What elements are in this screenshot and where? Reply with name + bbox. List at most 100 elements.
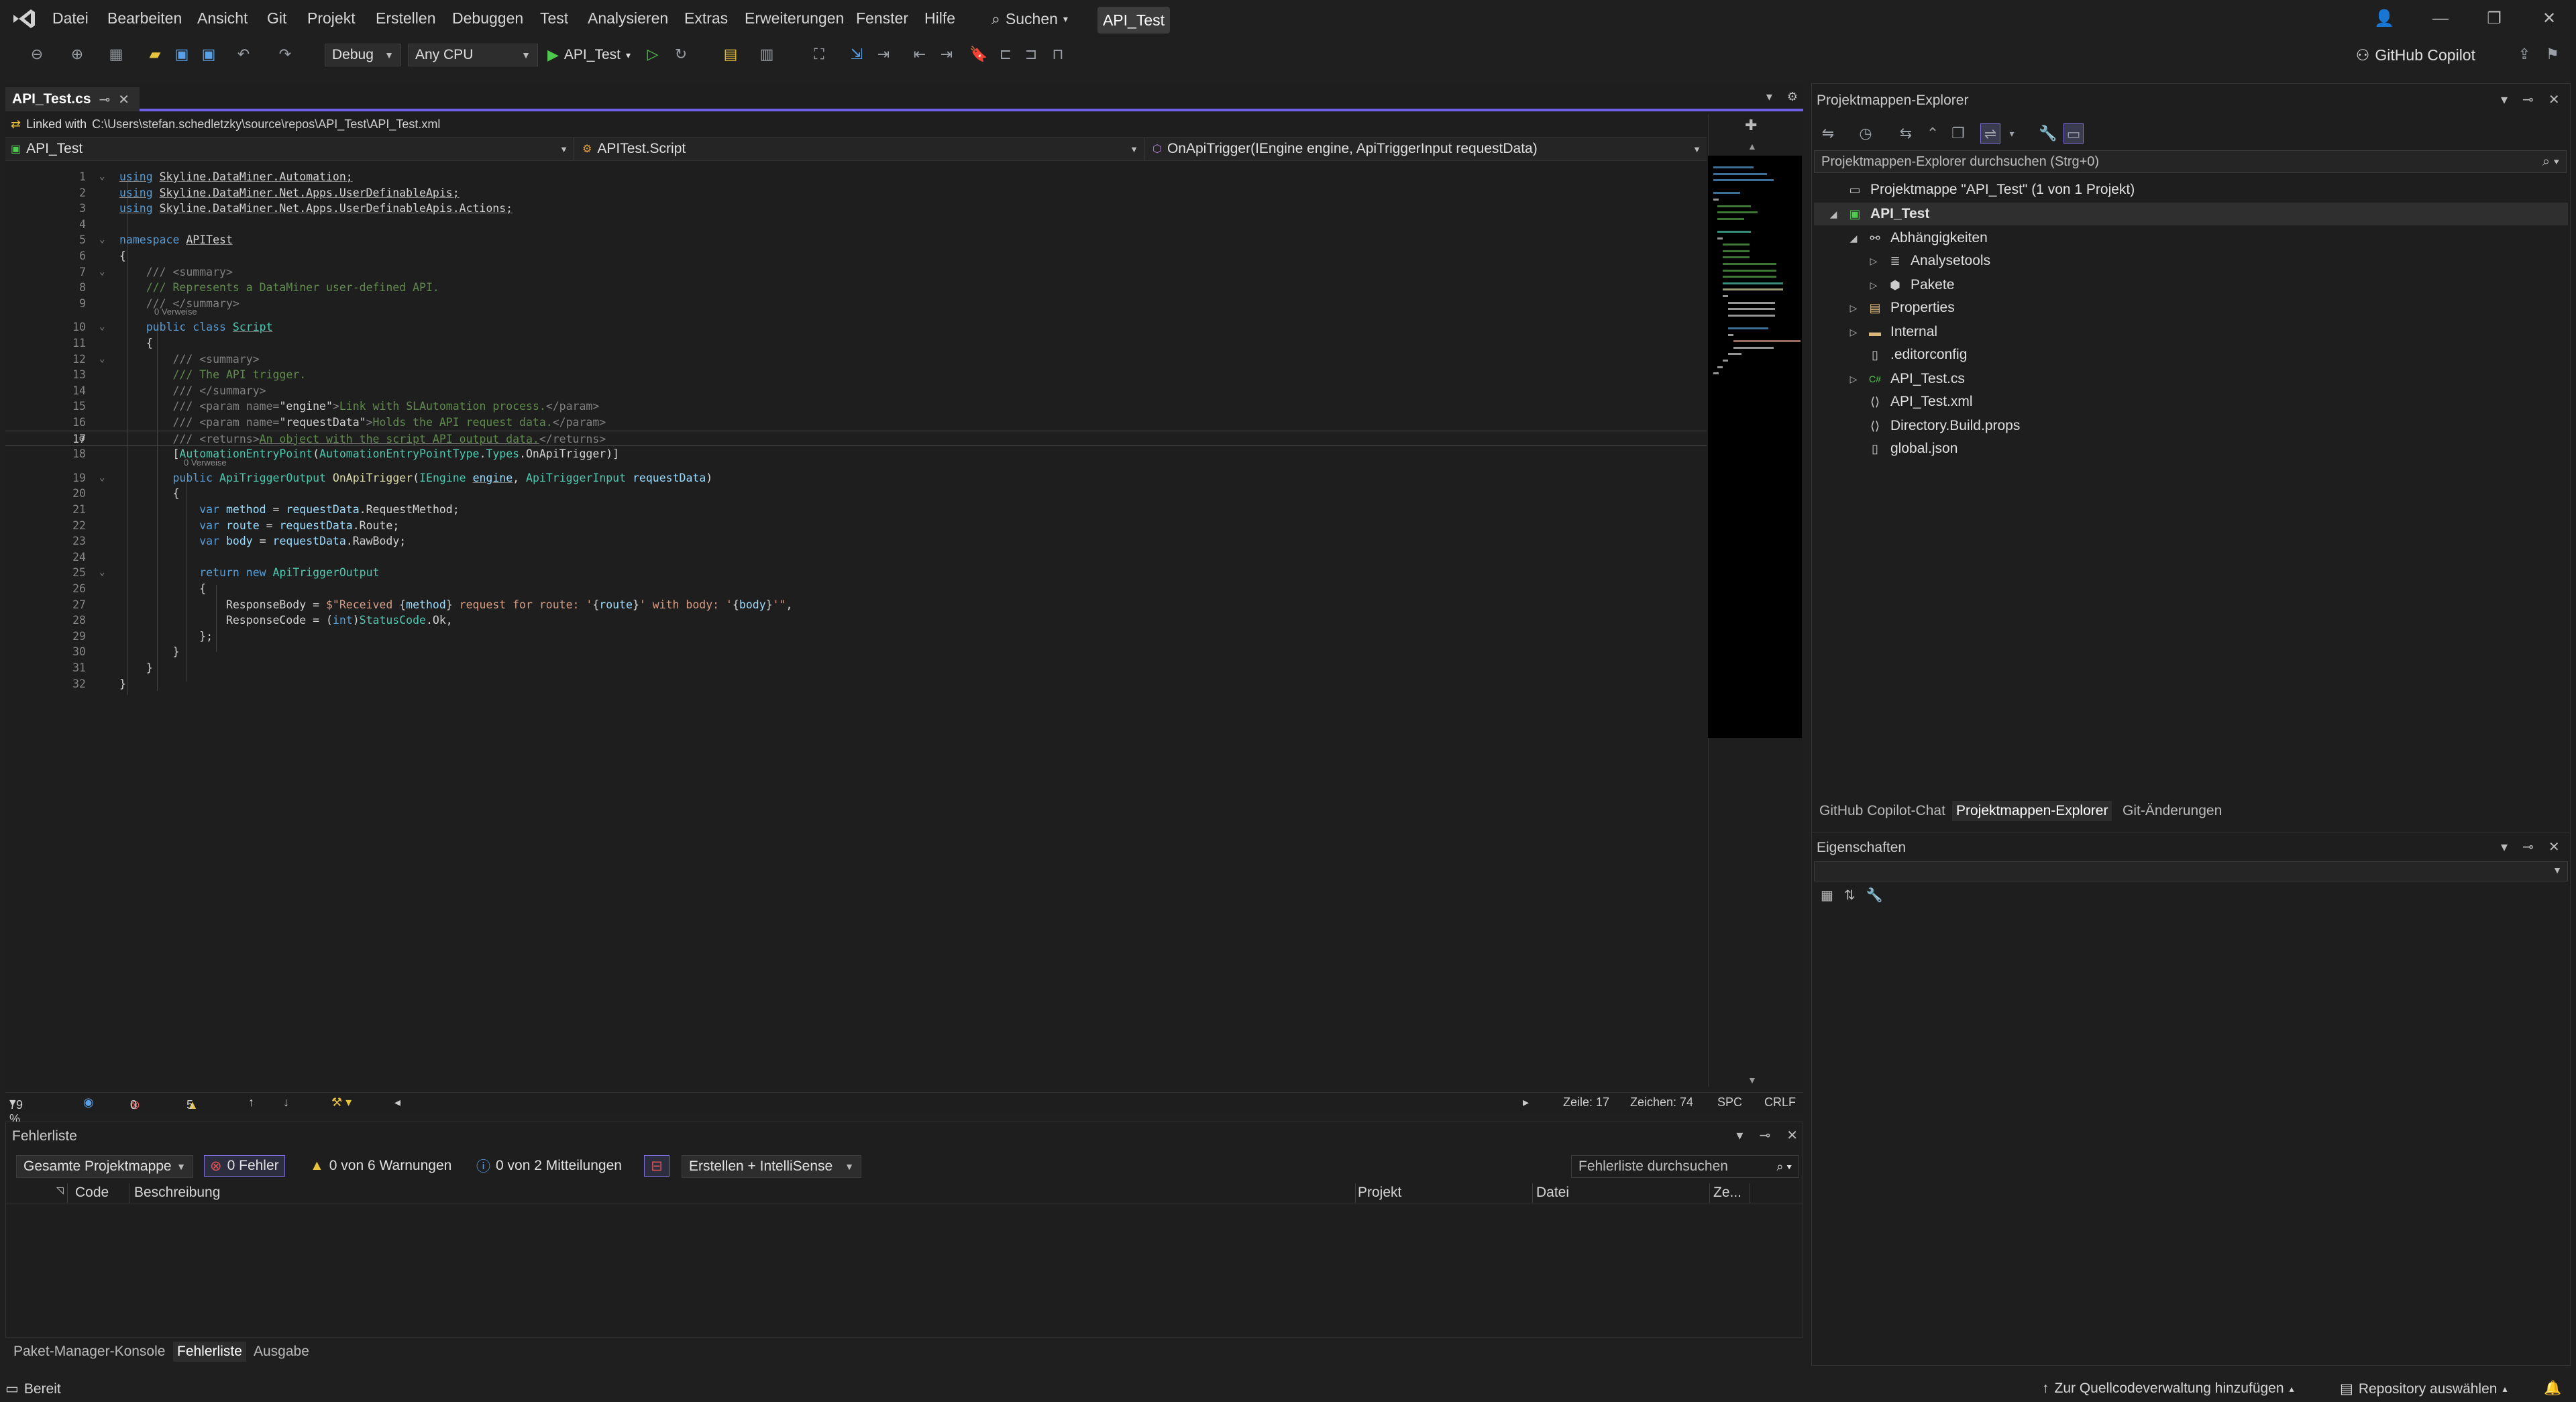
settings-gear-icon[interactable]: ⚙ <box>1787 90 1798 104</box>
menu-item-erweiterungen[interactable]: Erweiterungen <box>745 9 844 28</box>
close-window-button[interactable]: ✕ <box>2536 7 2563 31</box>
errors-filter-button[interactable]: ⊗ 0 Fehler <box>204 1155 285 1177</box>
account-icon[interactable]: 👤 <box>2371 7 2398 31</box>
code-line[interactable]: 26 { <box>5 581 1707 597</box>
solution-explorer-search-input[interactable]: Projektmappen-Explorer durchsuchen (Strg… <box>1814 150 2567 173</box>
code-line[interactable]: 7 ⌄ /// <summary> <box>5 264 1707 280</box>
scroll-up-arrow-icon[interactable]: ▲ <box>1748 141 1757 152</box>
tree-item[interactable]: ▷ ⬢ Pakete <box>1868 274 1955 296</box>
fold-toggle-icon[interactable]: ⌄ <box>99 319 105 335</box>
step-over-icon[interactable]: ⇥ <box>873 44 894 64</box>
column-header-file[interactable]: Datei <box>1536 1185 1569 1201</box>
code-line[interactable]: 16 /// <param name="requestData">Holds t… <box>5 415 1707 431</box>
quick-action-lightbulb-icon[interactable]: ⚙ <box>79 431 85 447</box>
close-tab-icon[interactable]: ✕ <box>118 91 129 108</box>
github-copilot-button[interactable]: ⚇ GitHub Copilot <box>2356 44 2475 66</box>
pin-icon[interactable]: ⊸ <box>99 91 111 108</box>
select-repository-button[interactable]: ▤ Repository auswählen ▴ <box>2340 1381 2508 1397</box>
menu-item-erstellen[interactable]: Erstellen <box>376 9 435 28</box>
tree-item[interactable]: ⟨⟩ Directory.Build.props <box>1847 415 2020 437</box>
show-all-files-icon[interactable]: ❐ <box>1948 123 1968 144</box>
tree-item[interactable]: ◢ ⚯ Abhängigkeiten <box>1847 227 1988 250</box>
scroll-left-icon[interactable]: ◂ <box>394 1095 400 1110</box>
outdent-icon[interactable]: ⇤ <box>910 44 930 64</box>
share-icon[interactable]: ⇪ <box>2514 44 2534 64</box>
tab-package-manager-console[interactable]: Paket-Manager-Konsole <box>9 1342 169 1362</box>
undo-icon[interactable]: ↶ <box>233 44 254 64</box>
layout-icon[interactable]: ▥ <box>757 44 777 64</box>
code-line[interactable]: 20 { <box>5 486 1707 502</box>
hot-reload-icon[interactable]: ↻ <box>671 44 691 64</box>
window-menu-icon[interactable]: ▾ <box>1736 1127 1743 1144</box>
diagnostics-icon[interactable]: ⛶ <box>809 44 829 64</box>
document-tab-api-test-cs[interactable]: API_Test.cs ⊸ ✕ <box>5 87 140 111</box>
close-panel-icon[interactable]: ✕ <box>2548 839 2560 855</box>
code-line[interactable]: 8 /// Represents a DataMiner user-define… <box>5 280 1707 296</box>
minimap-viewport[interactable] <box>1708 156 1802 738</box>
switch-views-icon[interactable]: ⇌ <box>1980 123 2000 144</box>
indent-icon[interactable]: ⇥ <box>936 44 957 64</box>
code-line[interactable]: 6{ <box>5 248 1707 264</box>
reference-count-codelens[interactable]: 0 Verweise <box>5 457 1707 468</box>
tree-item[interactable]: ▯ .editorconfig <box>1847 343 1967 366</box>
code-line[interactable]: 1 ⌄ using Skyline.DataMiner.Automation; <box>5 169 1707 185</box>
code-line[interactable]: 22 var route = requestData.Route; <box>5 518 1707 534</box>
build-filter-toggle[interactable]: ⊟ <box>644 1155 669 1177</box>
solution-explorer-toggle-icon[interactable]: ▤ <box>720 44 741 64</box>
pin-icon[interactable]: ⊸ <box>2522 839 2534 855</box>
tab-github-copilot-chat[interactable]: GitHub Copilot-Chat <box>1815 801 1949 821</box>
error-list-search-input[interactable]: Fehlerliste durchsuchen ⌕ ▾ <box>1571 1155 1799 1178</box>
expand-arrow-icon[interactable]: ▷ <box>1847 303 1860 314</box>
tree-item[interactable]: ▯ global.json <box>1847 437 1957 460</box>
class-nav-dropdown[interactable]: ⚙ APITest.Script ▼ <box>577 138 1144 160</box>
code-editor[interactable]: 1 ⌄ using Skyline.DataMiner.Automation; 2 us… <box>5 162 1707 1088</box>
pin-icon[interactable]: ⊸ <box>2522 91 2534 108</box>
pin-icon[interactable]: ⊸ <box>1759 1127 1770 1144</box>
fold-toggle-icon[interactable]: ⌄ <box>99 565 105 581</box>
project-nav-dropdown[interactable]: ▣ API_Test ▼ <box>5 138 574 160</box>
code-cleanup-icon[interactable]: ◉ <box>83 1095 94 1110</box>
expanded-arrow-icon[interactable]: ◢ <box>1847 233 1860 244</box>
code-line[interactable]: 12 ⌄ /// <summary> <box>5 352 1707 368</box>
fold-toggle-icon[interactable]: ⌄ <box>99 232 105 248</box>
step-into-icon[interactable]: ⇲ <box>847 44 867 64</box>
add-to-source-control-button[interactable]: ↑ Zur Quellcodeverwaltung hinzufügen ▴ <box>2042 1381 2294 1397</box>
save-icon[interactable]: ▣ <box>172 44 192 64</box>
close-panel-icon[interactable]: ✕ <box>2548 91 2560 108</box>
menu-item-hilfe[interactable]: Hilfe <box>924 9 955 28</box>
warnings-filter-button[interactable]: ▲ 0 von 6 Warnungen <box>305 1155 457 1177</box>
properties-object-dropdown[interactable]: ▼ <box>1814 861 2568 881</box>
code-line[interactable]: 30 } <box>5 644 1707 660</box>
code-line[interactable]: 19 ⌄ public ApiTriggerOutput OnApiTrigger… <box>5 470 1707 486</box>
minimize-button[interactable]: — <box>2427 7 2454 31</box>
member-nav-dropdown[interactable]: ⬡ OnApiTrigger(IEngine engine, ApiTrigger… <box>1147 138 1707 160</box>
code-line[interactable]: 27 ResponseBody = $"Received {method} re… <box>5 597 1707 613</box>
menu-item-fenster[interactable]: Fenster <box>856 9 908 28</box>
expand-arrow-icon[interactable]: ▷ <box>1847 374 1860 385</box>
tree-item[interactable]: ⟨⟩ API_Test.xml <box>1847 390 1973 413</box>
column-header-code[interactable]: Code <box>75 1185 109 1201</box>
history-icon[interactable]: ◷ ▾ <box>1856 123 1876 162</box>
whitespace-indicator[interactable]: SPC <box>1717 1095 1742 1110</box>
search-menu-button[interactable]: ⌕ Suchen ▾ <box>991 7 1068 31</box>
menu-item-test[interactable]: Test <box>540 9 568 28</box>
menu-item-bearbeiten[interactable]: Bearbeiten <box>107 9 182 28</box>
code-line[interactable]: 17 ⚙ /// <returns>An object with the scri… <box>5 430 1707 447</box>
scroll-right-icon[interactable]: ▸ <box>1523 1095 1529 1110</box>
code-line[interactable]: 32} <box>5 676 1707 692</box>
quick-actions-icon[interactable]: ⚒ ▾ <box>331 1095 352 1110</box>
tree-item[interactable]: ▷ ≣ Analysetools <box>1868 250 1990 272</box>
line-indicator[interactable]: Zeile: 17 <box>1563 1095 1609 1110</box>
tab-output[interactable]: Ausgabe <box>250 1342 313 1362</box>
tree-item[interactable]: ▷ C# API_Test.cs <box>1847 368 1965 390</box>
tab-list-dropdown-icon[interactable]: ▾ <box>1766 90 1772 104</box>
linked-path-link[interactable]: C:\Users\stefan.schedletzky\source\repos… <box>92 117 440 131</box>
configuration-dropdown[interactable]: Debug ▼ <box>325 44 401 66</box>
menu-item-ansicht[interactable]: Ansicht <box>197 9 248 28</box>
expand-arrow-icon[interactable]: ▷ <box>1868 256 1880 267</box>
code-line[interactable]: 3 using Skyline.DataMiner.Net.Apps.UserDe… <box>5 201 1707 217</box>
tab-git-changes[interactable]: Git-Änderungen <box>2118 801 2226 821</box>
pending-changes-icon[interactable]: ⇆ <box>1896 123 1916 144</box>
categorized-icon[interactable]: ▦ <box>1821 887 1833 911</box>
split-icon[interactable]: ✚ <box>1745 117 1757 134</box>
